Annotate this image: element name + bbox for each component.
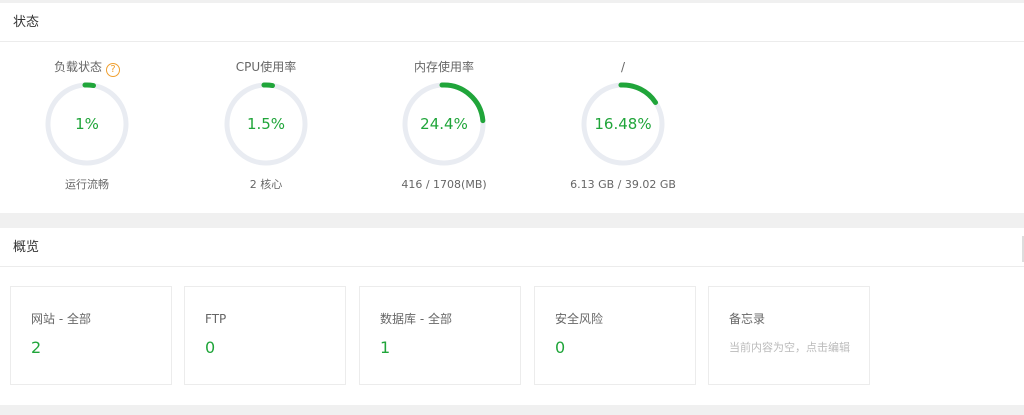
- load-gauge-status: 运行流畅: [65, 178, 109, 191]
- databases-card-title: 数据库 - 全部: [380, 312, 452, 326]
- disk-gauge-usage: 6.13 GB / 39.02 GB: [570, 178, 676, 191]
- disk-gauge-title: /: [620, 60, 626, 74]
- cpu-gauge-value: 1.5%: [246, 115, 286, 133]
- load-gauge-title: 负载状态: [53, 60, 102, 74]
- websites-card[interactable]: 网站 - 全部 2: [10, 286, 172, 385]
- overview-panel: 概览 网站 - 全部 2 FTP 0 数据库 - 全部 1 安全风险 0 备忘录…: [0, 228, 1024, 405]
- status-panel: 状态 负载状态? 1% 运行流畅 CPU使用率 1.5% 2 核心 内存使用率 …: [0, 3, 1024, 213]
- security-risk-card-count[interactable]: 0: [555, 337, 565, 359]
- cpu-gauge-title: CPU使用率: [235, 60, 297, 74]
- memo-card[interactable]: 备忘录 当前内容为空，点击编辑: [708, 286, 870, 385]
- websites-card-count[interactable]: 2: [31, 337, 41, 359]
- disk-gauge[interactable]: / 16.48% 6.13 GB / 39.02 GB: [548, 53, 698, 203]
- ftp-card-title: FTP: [205, 312, 227, 326]
- overview-panel-title: 概览: [0, 228, 1024, 267]
- help-icon[interactable]: ?: [106, 63, 120, 77]
- cpu-gauge-cores: 2 核心: [249, 178, 283, 191]
- cpu-gauge[interactable]: CPU使用率 1.5% 2 核心: [191, 53, 341, 203]
- memory-gauge-title: 内存使用率: [413, 60, 474, 74]
- ftp-card[interactable]: FTP 0: [184, 286, 346, 385]
- security-risk-card[interactable]: 安全风险 0: [534, 286, 696, 385]
- memory-gauge-usage: 416 / 1708(MB): [401, 178, 487, 191]
- memory-gauge[interactable]: 内存使用率 24.4% 416 / 1708(MB): [369, 53, 519, 203]
- security-risk-card-title: 安全风险: [555, 312, 604, 326]
- status-panel-title: 状态: [0, 3, 1024, 42]
- databases-card[interactable]: 数据库 - 全部 1: [359, 286, 521, 385]
- websites-card-title: 网站 - 全部: [31, 312, 91, 326]
- databases-card-count[interactable]: 1: [380, 337, 390, 359]
- ftp-card-count[interactable]: 0: [205, 337, 215, 359]
- memo-card-title: 备忘录: [729, 312, 766, 326]
- load-gauge-value: 1%: [75, 115, 99, 133]
- memo-placeholder[interactable]: 当前内容为空，点击编辑: [729, 340, 850, 356]
- disk-gauge-value: 16.48%: [594, 115, 652, 133]
- memory-gauge-value: 24.4%: [420, 115, 468, 133]
- load-gauge[interactable]: 负载状态? 1% 运行流畅: [12, 53, 162, 203]
